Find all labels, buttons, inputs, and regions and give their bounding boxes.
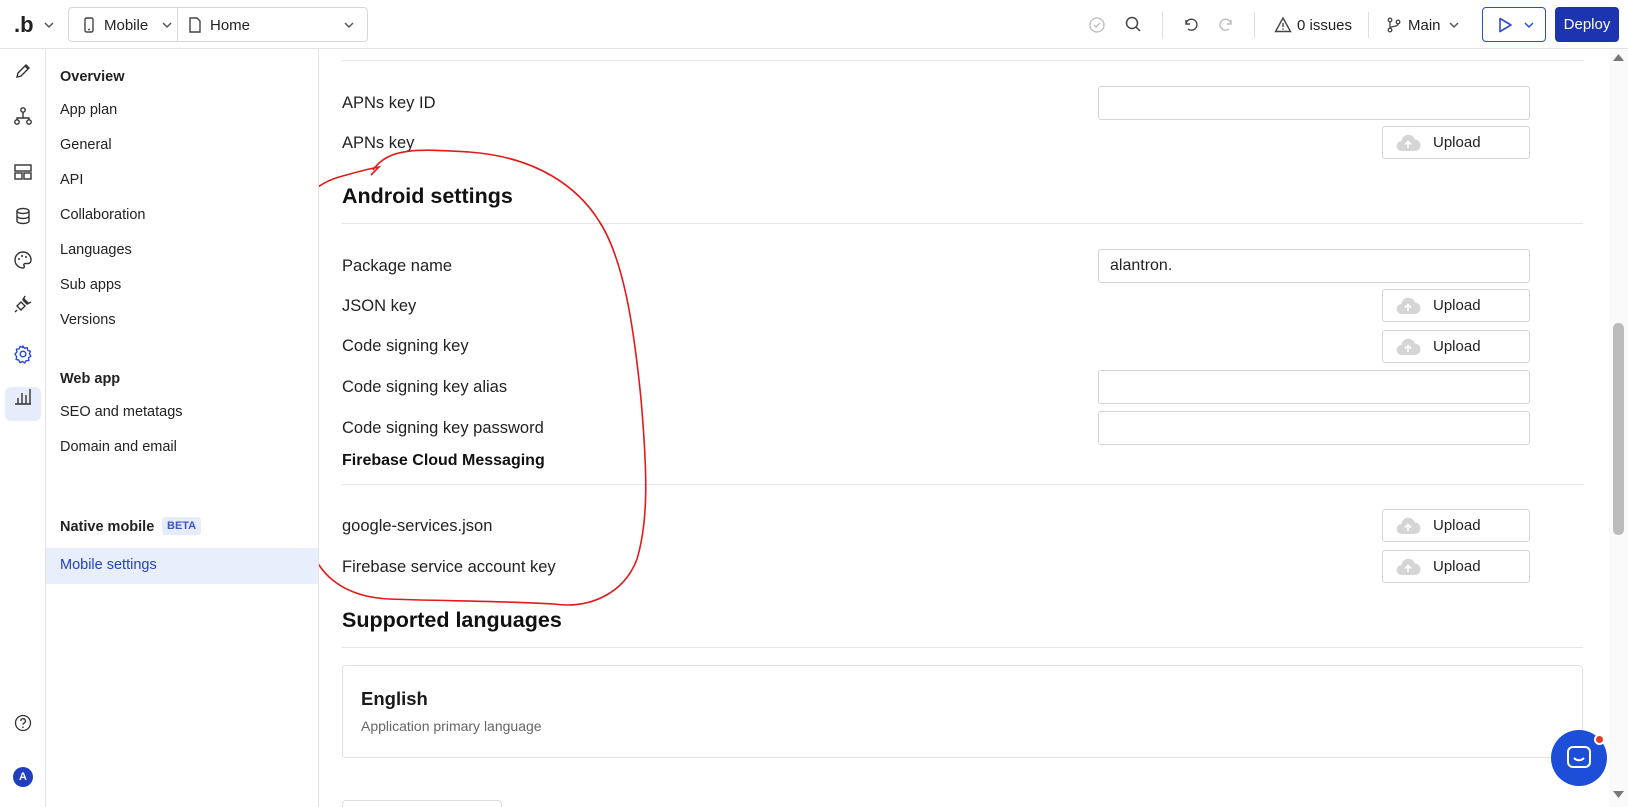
notification-dot <box>1594 734 1605 745</box>
search-icon[interactable] <box>1124 15 1142 33</box>
chevron-down-icon <box>1448 22 1459 29</box>
settings-sidebar: Overview App plan General API Collaborat… <box>46 49 319 807</box>
chevron-down-icon[interactable] <box>40 16 58 34</box>
annotation-circle <box>319 149 647 606</box>
vertical-scrollbar[interactable] <box>1609 49 1628 807</box>
sidebar-item-sub-apps[interactable]: Sub apps <box>60 277 121 293</box>
branch-icon <box>1387 17 1401 33</box>
plug-icon[interactable] <box>12 293 34 315</box>
avatar[interactable]: A <box>13 767 33 787</box>
web-app-heading: Web app <box>60 371 121 387</box>
chevron-down-icon <box>344 22 354 29</box>
branch-label: Main <box>1408 16 1441 34</box>
beta-badge: BETA <box>162 517 202 535</box>
sidebar-item-api[interactable]: API <box>60 172 83 188</box>
redo-icon[interactable] <box>1218 15 1236 33</box>
sidebar-item-general[interactable]: General <box>60 137 112 153</box>
layout-icon[interactable] <box>12 161 34 183</box>
top-toolbar: .b Mobile Home 0 issues Main Deploy <box>0 0 1628 49</box>
sidebar-item-mobile-settings[interactable]: Mobile settings <box>60 557 157 573</box>
sidebar-item-languages[interactable]: Languages <box>60 242 132 258</box>
sidebar-item-domain[interactable]: Domain and email <box>60 439 177 455</box>
gear-icon[interactable] <box>12 343 34 365</box>
device-label: Mobile <box>104 16 149 34</box>
chat-icon <box>1567 746 1591 768</box>
issues-label: 0 issues <box>1297 16 1353 34</box>
toolbar-divider <box>1254 12 1255 38</box>
overview-heading[interactable]: Overview <box>60 69 125 85</box>
bubble-logo[interactable]: .b <box>14 12 34 38</box>
check-circle-icon[interactable] <box>1088 16 1106 34</box>
scroll-up-arrow-icon[interactable] <box>1613 53 1624 61</box>
deploy-button[interactable]: Deploy <box>1555 7 1619 42</box>
bar-chart-icon[interactable] <box>12 385 34 407</box>
sidebar-item-versions[interactable]: Versions <box>60 312 116 328</box>
preview-button[interactable] <box>1482 7 1546 42</box>
page-label: Home <box>210 16 251 34</box>
native-mobile-heading: Native mobile <box>60 519 155 535</box>
scroll-down-arrow-icon[interactable] <box>1613 791 1624 799</box>
sidebar-item-seo[interactable]: SEO and metatags <box>60 404 183 420</box>
toolbar-divider <box>1368 12 1369 38</box>
help-icon[interactable] <box>12 712 34 734</box>
page-selector[interactable]: Home <box>186 16 358 34</box>
play-icon <box>1499 17 1512 33</box>
sidebar-item-collaboration[interactable]: Collaboration <box>60 207 145 223</box>
chevron-down-icon <box>1524 22 1534 29</box>
database-icon[interactable] <box>12 205 34 227</box>
pencil-icon[interactable] <box>12 60 34 82</box>
settings-content: APNs key ID APNs key Upload Android sett… <box>319 49 1609 807</box>
issues-button[interactable]: 0 issues <box>1274 16 1352 34</box>
hierarchy-icon[interactable] <box>12 105 34 127</box>
palette-icon[interactable] <box>12 249 34 271</box>
branch-selector[interactable]: Main <box>1385 16 1463 34</box>
undo-icon[interactable] <box>1181 15 1199 33</box>
scrollbar-thumb[interactable] <box>1613 323 1624 535</box>
toolbar-divider <box>1162 12 1163 38</box>
phone-icon <box>84 17 94 33</box>
icon-rail <box>0 49 46 807</box>
page-icon <box>189 17 201 33</box>
sidebar-item-app-plan[interactable]: App plan <box>60 102 117 118</box>
warning-icon <box>1274 16 1292 33</box>
device-selector[interactable]: Mobile <box>80 16 176 34</box>
chevron-down-icon <box>162 22 172 29</box>
